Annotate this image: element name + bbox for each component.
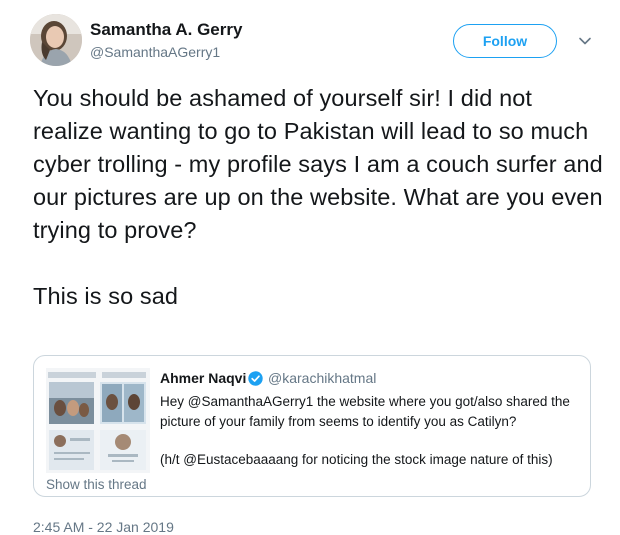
quoted-author-name[interactable]: Ahmer Naqvi (160, 370, 246, 386)
quoted-tweet-paragraph: Hey @SamanthaAGerry1 the website where y… (160, 394, 570, 429)
follow-button[interactable]: Follow (453, 24, 557, 58)
avatar[interactable] (30, 14, 82, 66)
quoted-author-handle[interactable]: @karachikhatmal (268, 370, 376, 386)
show-thread-link[interactable]: Show this thread (46, 477, 147, 492)
chevron-down-icon[interactable] (578, 34, 592, 48)
tweet-timestamp[interactable]: 2:45 AM - 22 Jan 2019 (33, 519, 174, 535)
verified-badge-icon (248, 371, 263, 386)
quoted-tweet[interactable]: Ahmer Naqvi @karachikhatmal Hey @Samanth… (33, 355, 591, 497)
quoted-media-thumbnail[interactable] (46, 368, 150, 473)
avatar-photo (30, 14, 82, 66)
quoted-tweet-paragraph: (h/t @Eustacebaaaang for noticing the st… (160, 452, 553, 467)
tweet-text: You should be ashamed of yourself sir! I… (33, 85, 603, 309)
author-handle[interactable]: @SamanthaAGerry1 (90, 44, 220, 60)
quoted-tweet-text: Hey @SamanthaAGerry1 the website where y… (160, 392, 580, 470)
author-name[interactable]: Samantha A. Gerry (90, 20, 242, 40)
